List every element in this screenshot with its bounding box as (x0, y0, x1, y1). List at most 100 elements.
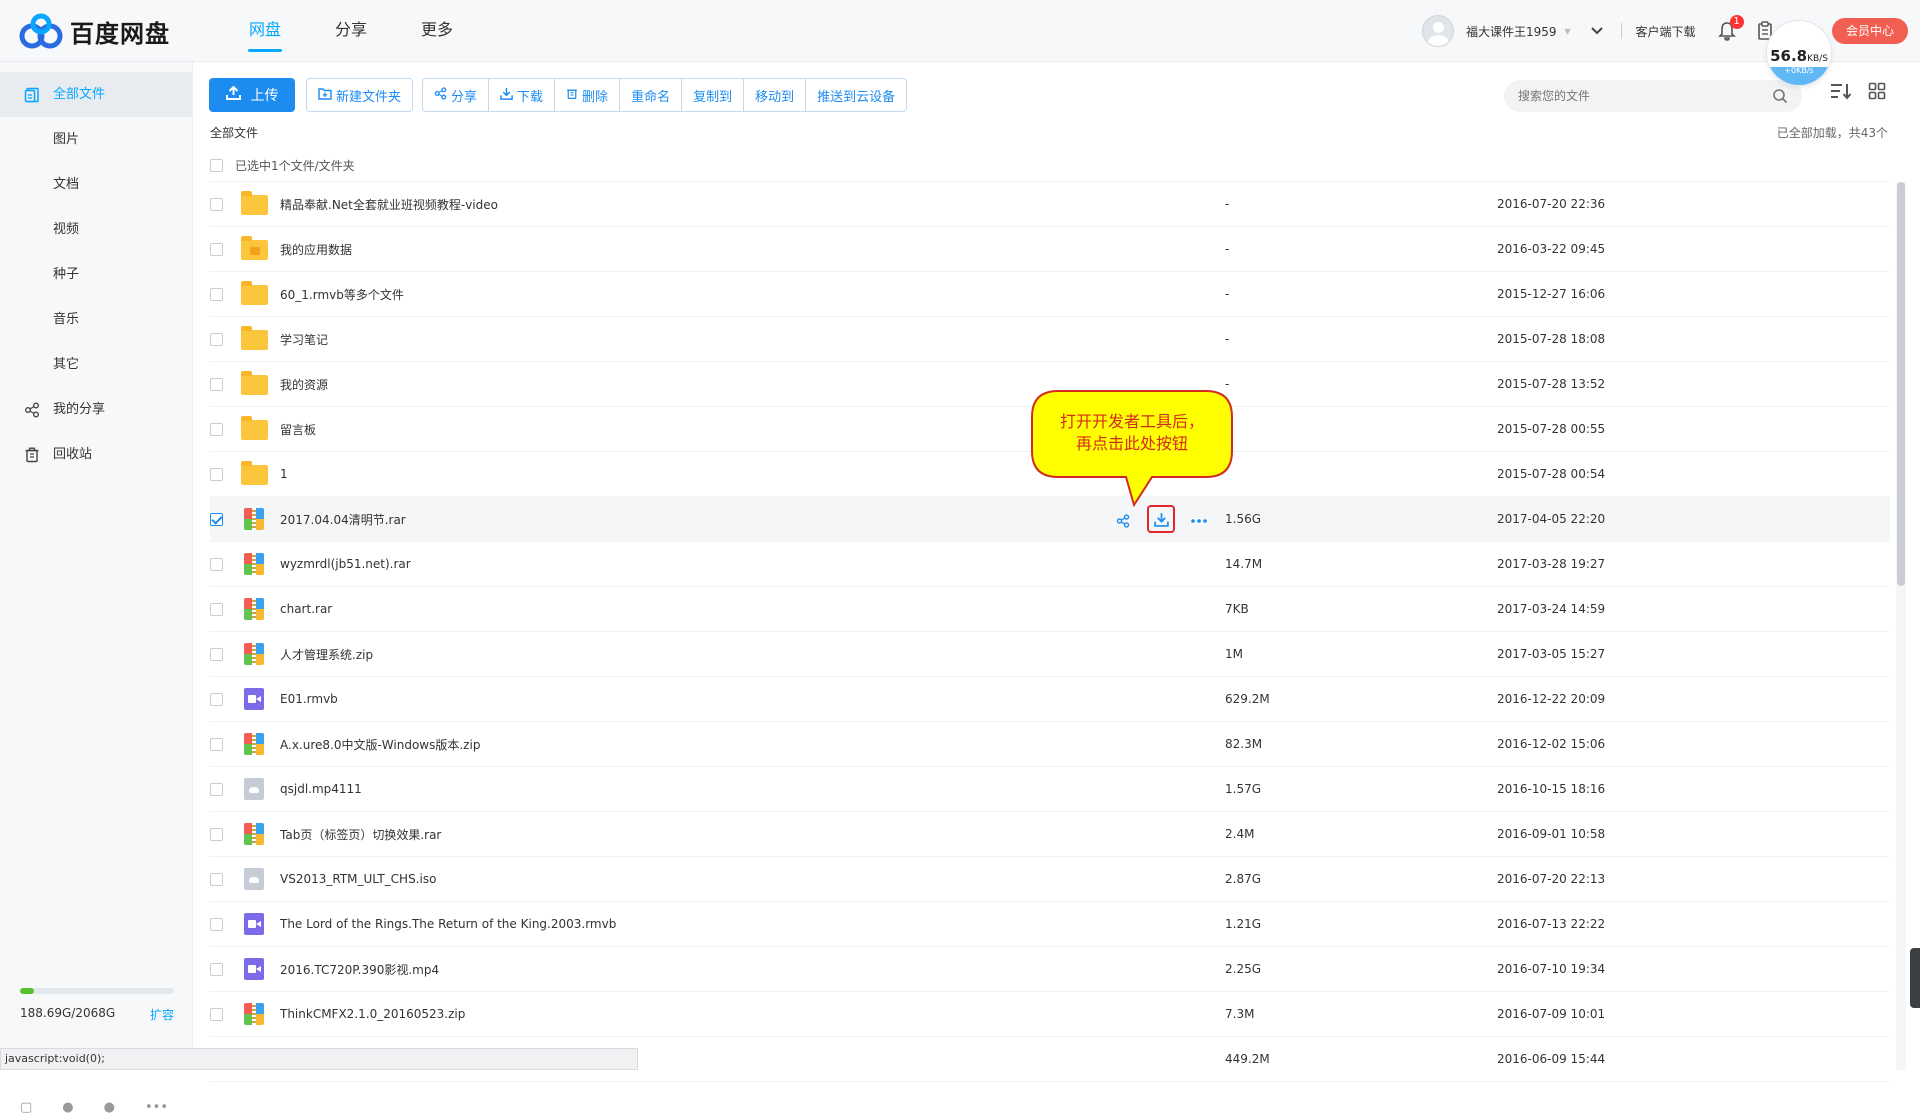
table-row[interactable]: E01.rmvb 629.2M 2016-12-22 20:09 (210, 677, 1890, 722)
row-checkbox[interactable] (210, 377, 223, 391)
table-row[interactable]: 精品奉献.Net全套就业班视频教程-video - 2016-07-20 22:36 (210, 182, 1890, 227)
nav-share[interactable]: 分享 (308, 0, 394, 62)
grid-view-icon[interactable] (1868, 82, 1886, 104)
table-row[interactable]: wyzmrdl(jb51.net).rar 14.7M 2017-03-28 19:… (210, 542, 1890, 587)
table-row[interactable]: 人才管理系统.zip 1M 2017-03-05 15:27 (210, 632, 1890, 677)
file-name[interactable]: E01.rmvb (280, 692, 1100, 706)
rename-button[interactable]: 重命名 (619, 78, 683, 112)
push-to-device-button[interactable]: 推送到云设备 (805, 78, 908, 112)
file-name[interactable]: VS2013_RTM_ULT_CHS.iso (280, 872, 1100, 886)
select-all-checkbox[interactable] (210, 159, 223, 172)
row-checkbox[interactable] (210, 197, 223, 211)
table-row[interactable]: 2016.TC720P.390影视.mp4 2.25G 2016-07-10 19:… (210, 947, 1890, 992)
table-row[interactable]: 我的应用数据 - 2016-03-22 09:45 (210, 227, 1890, 272)
file-name[interactable]: 人才管理系统.zip (280, 646, 1100, 663)
row-checkbox[interactable] (210, 737, 223, 751)
file-name[interactable]: chart.rar (280, 602, 1100, 616)
copy-to-button[interactable]: 复制到 (681, 78, 745, 112)
file-name[interactable]: 我的资源 (280, 376, 1100, 393)
sidebar-item-recycle-bin[interactable]: 回收站 (0, 432, 192, 477)
row-checkbox[interactable] (210, 962, 223, 976)
chevron-down-icon[interactable] (1590, 25, 1603, 38)
row-checkbox[interactable] (210, 287, 223, 301)
table-row[interactable]: chart.rar 7KB 2017-03-24 14:59 (210, 587, 1890, 632)
row-checkbox[interactable] (210, 872, 223, 886)
vip-center-button[interactable]: 会员中心 (1832, 18, 1908, 44)
baidu-netdisk-logo[interactable]: 百度网盘 (18, 12, 170, 50)
android-icon[interactable]: ● (62, 1100, 73, 1115)
sidebar-item-torrents[interactable]: 种子 (0, 252, 192, 297)
file-name[interactable]: 60_1.rmvb等多个文件 (280, 286, 1100, 303)
edge-widget[interactable] (1910, 948, 1920, 1008)
download-button[interactable]: 下载 (488, 78, 556, 112)
sidebar-item-other[interactable]: 其它 (0, 342, 192, 387)
row-checkbox[interactable] (210, 827, 223, 841)
file-name[interactable]: A.x.ure8.0中文版-Windows版本.zip (280, 736, 1100, 753)
table-row[interactable]: A.x.ure8.0中文版-Windows版本.zip 82.3M 2016-12-… (210, 722, 1890, 767)
storage-progress-bar (20, 988, 174, 994)
row-download-icon[interactable] (1147, 505, 1175, 533)
row-checkbox[interactable] (210, 557, 223, 571)
file-name[interactable]: 学习笔记 (280, 331, 1100, 348)
file-name[interactable]: qsjdl.mp4111 (280, 782, 1100, 796)
row-checkbox[interactable] (210, 1007, 223, 1021)
search-icon[interactable] (1772, 88, 1788, 104)
nav-netdisk[interactable]: 网盘 (222, 0, 308, 62)
table-row[interactable]: VS2013_RTM_ULT_CHS.iso 2.87G 2016-07-20 22… (210, 857, 1890, 902)
search-input[interactable] (1504, 80, 1744, 112)
file-name[interactable]: 2017.04.04清明节.rar (280, 511, 1100, 528)
file-name[interactable]: 1 (280, 467, 1100, 481)
apple-icon[interactable]: ● (104, 1100, 115, 1115)
row-checkbox[interactable] (210, 467, 223, 481)
sidebar-item-all-files[interactable]: 全部文件 (0, 72, 192, 117)
username[interactable]: 福大课件王1959 (1466, 23, 1557, 40)
file-name[interactable]: 2016.TC720P.390影视.mp4 (280, 961, 1100, 978)
file-name[interactable]: ThinkCMFX2.1.0_20160523.zip (280, 1007, 1100, 1021)
sidebar-item-my-shares[interactable]: 我的分享 (0, 387, 192, 432)
table-row[interactable]: ThinkCMFX2.1.0_20160523.zip 7.3M 2016-07-0… (210, 992, 1890, 1037)
row-checkbox[interactable] (210, 917, 223, 931)
row-checkbox[interactable] (210, 782, 223, 796)
file-name[interactable]: The Lord of the Rings.The Return of the … (280, 917, 1100, 931)
more-icon[interactable]: ••• (145, 1100, 168, 1115)
table-row[interactable]: 60_1.rmvb等多个文件 - 2015-12-27 16:06 (210, 272, 1890, 317)
notification-bell-icon[interactable]: 1 (1717, 15, 1744, 41)
sidebar-item-music[interactable]: 音乐 (0, 297, 192, 342)
share-button[interactable]: 分享 (422, 78, 490, 112)
breadcrumb[interactable]: 全部文件 (210, 124, 258, 141)
move-to-button[interactable]: 移动到 (743, 78, 807, 112)
pc-icon[interactable]: ▢ (20, 1100, 32, 1115)
sidebar-item-docs[interactable]: 文档 (0, 162, 192, 207)
table-row[interactable]: qsjdl.mp4111 1.57G 2016-10-15 18:16 (210, 767, 1890, 812)
app-folder-icon (241, 236, 269, 261)
speed-meter[interactable]: 56.8KB/S +0KB/s (1766, 20, 1832, 86)
expand-storage-link[interactable]: 扩容 (150, 1006, 174, 1023)
avatar[interactable] (1422, 15, 1454, 47)
row-checkbox[interactable] (210, 692, 223, 706)
new-folder-button[interactable]: 新建文件夹 (306, 78, 414, 112)
upload-button[interactable]: 上传 (209, 78, 295, 112)
sort-icon[interactable] (1830, 82, 1852, 104)
nav-more[interactable]: 更多 (394, 0, 480, 62)
client-download-link[interactable]: 客户端下载 (1636, 23, 1696, 40)
row-checkbox[interactable] (210, 242, 223, 256)
file-name[interactable]: 我的应用数据 (280, 241, 1100, 258)
row-checkbox[interactable] (210, 332, 223, 346)
sidebar-item-videos[interactable]: 视频 (0, 207, 192, 252)
row-share-icon[interactable] (1113, 511, 1133, 531)
row-more-icon[interactable] (1189, 511, 1209, 531)
file-name[interactable]: 精品奉献.Net全套就业班视频教程-video (280, 196, 1100, 213)
row-checkbox[interactable] (210, 422, 223, 436)
sidebar-item-images[interactable]: 图片 (0, 117, 192, 162)
delete-button[interactable]: 删除 (554, 78, 621, 112)
row-checkbox[interactable] (210, 602, 223, 616)
table-row[interactable]: 学习笔记 - 2015-07-28 18:08 (210, 317, 1890, 362)
table-row[interactable]: The Lord of the Rings.The Return of the … (210, 902, 1890, 947)
scrollbar-thumb[interactable] (1897, 182, 1905, 586)
file-name[interactable]: Tab页（标签页）切换效果.rar (280, 826, 1100, 843)
file-name[interactable]: 留言板 (280, 421, 1100, 438)
table-row[interactable]: Tab页（标签页）切换效果.rar 2.4M 2016-09-01 10:58 (210, 812, 1890, 857)
row-checkbox[interactable] (210, 647, 223, 661)
row-checkbox[interactable] (210, 512, 223, 526)
file-name[interactable]: wyzmrdl(jb51.net).rar (280, 557, 1100, 571)
